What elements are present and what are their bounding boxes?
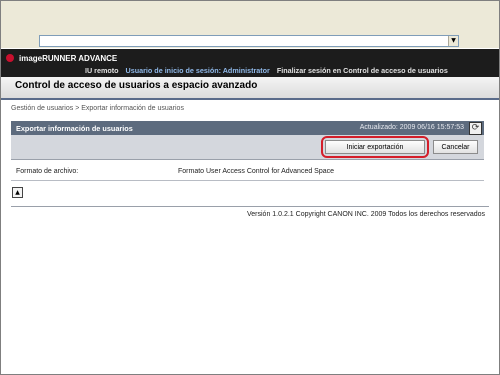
chevron-down-icon[interactable]: ▼ — [448, 36, 458, 46]
brand-bar: imageRUNNER ADVANCE IU remoto Usuario de… — [1, 49, 499, 77]
section-header: Exportar información de usuarios Actuali… — [11, 121, 484, 135]
canon-logo-icon — [6, 54, 14, 62]
back-to-top-icon[interactable]: ▲ — [12, 187, 23, 198]
action-row: Iniciar exportación Cancelar — [11, 135, 484, 160]
file-format-label: Formato de archivo: — [16, 168, 79, 175]
page-title-bar: Control de acceso de usuarios a espacio … — [1, 77, 499, 100]
brand-logo: imageRUNNER ADVANCE — [6, 52, 117, 64]
updated-timestamp: Actualizado: 2009 06/16 15:57:53 — [359, 124, 464, 131]
page-title: Control de acceso de usuarios a espacio … — [15, 80, 258, 91]
footer-divider — [11, 206, 489, 207]
cancel-button[interactable]: Cancelar — [433, 140, 478, 154]
start-export-button[interactable]: Iniciar exportación — [325, 140, 425, 154]
copyright-text: Versión 1.0.2.1 Copyright CANON INC. 200… — [247, 211, 485, 218]
breadcrumb: Gestión de usuarios > Exportar informaci… — [11, 105, 184, 112]
refresh-icon[interactable]: ⟳ — [469, 122, 482, 135]
browser-toolbar — [1, 1, 499, 35]
brand-name: imageRUNNER ADVANCE — [19, 53, 118, 63]
remote-ui-link[interactable]: IU remoto — [85, 66, 119, 76]
file-format-row: Formato de archivo: Formato User Access … — [11, 166, 484, 181]
login-user-text: Usuario de inicio de sesión: Administrat… — [125, 66, 270, 75]
logout-link[interactable]: Finalizar sesión en Control de acceso de… — [277, 66, 448, 76]
file-format-value: Formato User Access Control for Advanced… — [178, 168, 335, 175]
address-row: ▼ — [1, 34, 499, 48]
header-nav: IU remoto Usuario de inicio de sesión: A… — [85, 66, 448, 76]
address-dropdown[interactable]: ▼ — [39, 35, 459, 47]
window: ▼ imageRUNNER ADVANCE IU remoto Usuario … — [0, 0, 500, 375]
section-title: Exportar información de usuarios — [16, 124, 133, 133]
